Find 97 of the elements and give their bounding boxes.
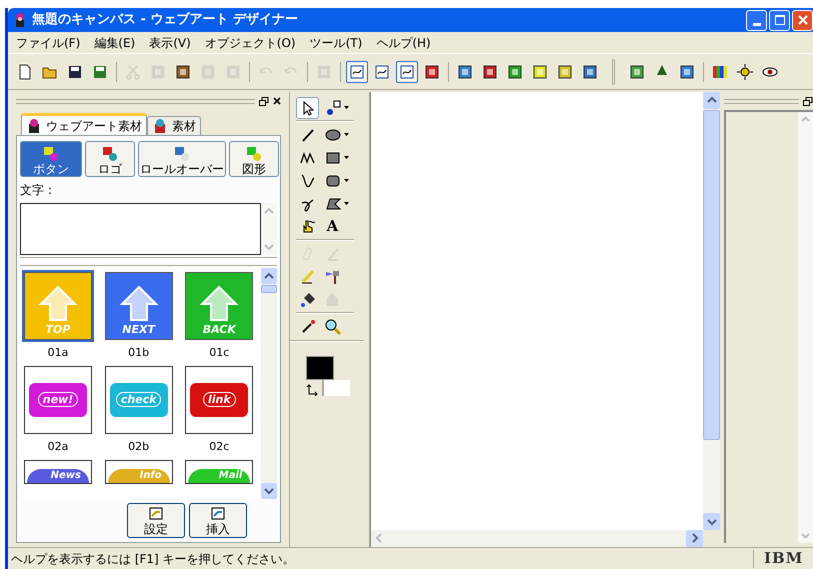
button-art-text: BACK [202, 324, 236, 335]
window-title: 無題のキャンバス - ウェブアート デザイナー [32, 10, 298, 30]
scroll-down-icon [703, 513, 720, 530]
gallery-thumbnail[interactable]: NEXT [102, 270, 175, 342]
scroll-right-icon [686, 530, 703, 547]
save-icon [67, 64, 83, 80]
thumbnail-label: 02c [209, 438, 230, 455]
restore-icon[interactable] [803, 96, 813, 106]
thumbnail-label: 02a [48, 438, 68, 455]
category-button[interactable]: 図形 [229, 141, 279, 177]
thumbnail-label: 01b [128, 344, 150, 361]
thumbnail-label: 01a [48, 344, 68, 361]
foreground-color-swatch[interactable] [306, 356, 334, 380]
text-label: 文字 : [20, 182, 53, 198]
text-field[interactable] [20, 203, 261, 255]
panel-tab[interactable]: ウェブアート素材 [21, 113, 147, 135]
thumbnail-label: 01c [209, 344, 230, 361]
action-button[interactable]: 設定 [127, 503, 185, 538]
gallery-thumbnail[interactable]: new! [22, 364, 94, 436]
background-color-swatch[interactable] [322, 380, 350, 396]
close-icon [798, 15, 808, 25]
curve-icon [300, 172, 316, 188]
swap-colors-icon[interactable] [306, 384, 318, 396]
arrow-icon [118, 284, 159, 324]
gallery-thumbnail[interactable]: News [22, 458, 94, 486]
panel-tab[interactable]: 素材 [147, 116, 201, 135]
arrow-icon [38, 284, 78, 324]
tool-button[interactable] [296, 96, 319, 118]
menu-item[interactable]: 編集(E) [94, 34, 136, 52]
menu-item[interactable]: ツール(T) [310, 34, 362, 52]
button-art-text: TOP [46, 324, 70, 335]
view-icon [399, 64, 415, 80]
fill-icon [300, 292, 316, 308]
new-file-icon [17, 64, 33, 80]
toolbar-button[interactable] [346, 60, 368, 82]
gallery-thumbnail[interactable]: link [183, 364, 256, 436]
rounded-rectangle-icon [325, 172, 341, 188]
scrollbar[interactable] [261, 203, 277, 255]
character-icon [26, 118, 42, 134]
view-icon [349, 64, 365, 80]
airbrush-icon [324, 268, 340, 284]
arrow-icon [199, 284, 240, 324]
dropdown-caret-icon [344, 106, 349, 109]
scroll-down-icon [261, 483, 277, 499]
restore-icon[interactable] [259, 96, 269, 106]
brush-icon [300, 268, 316, 284]
color-bars-icon [712, 64, 728, 80]
close-button[interactable] [792, 10, 813, 30]
scroll-up-icon [703, 92, 720, 109]
toolbar-grip[interactable] [612, 58, 615, 84]
dropdown-caret-icon [344, 179, 349, 182]
minimize-icon [752, 22, 760, 26]
button-art-text: NEXT [122, 324, 156, 335]
pill-art-text: Info [140, 468, 162, 483]
category-button[interactable]: ロゴ [85, 141, 135, 177]
menu-item[interactable]: ヘルプ(H) [376, 34, 431, 52]
scrollbar[interactable] [703, 92, 720, 530]
menu-item[interactable]: 表示(V) [149, 34, 191, 52]
polyline-icon [300, 150, 316, 166]
shirt-art-text: link [202, 392, 236, 408]
close-icon[interactable] [273, 97, 281, 105]
dropdown-caret-icon [344, 156, 349, 159]
eyedropper-icon [300, 318, 316, 334]
menu-item[interactable]: オブジェクト(O) [204, 34, 296, 52]
scrollbar[interactable] [798, 112, 813, 543]
polygon-icon [325, 196, 341, 212]
dropdown-caret-icon [344, 133, 349, 136]
scissors-icon [125, 64, 141, 80]
category-button[interactable]: ロールオーバー [138, 141, 226, 177]
maximize-button[interactable] [769, 10, 790, 30]
shirt-art-text: new! [38, 392, 78, 408]
view-icon [374, 64, 390, 80]
scroll-up-icon [261, 268, 277, 284]
shirt-art-text: check [116, 392, 162, 408]
scroll-thumb[interactable] [261, 284, 277, 293]
tool-button[interactable]: A [321, 216, 344, 238]
toolbar-button[interactable] [396, 60, 418, 82]
minimize-button[interactable] [746, 10, 767, 30]
pill-art-text: Mail [218, 468, 242, 483]
scroll-thumb[interactable] [703, 110, 720, 440]
thumbnail-label: 02b [128, 438, 150, 455]
rectangle-icon [325, 150, 341, 166]
line-icon [300, 126, 316, 142]
maximize-icon [774, 15, 784, 25]
company-logo: IBM [764, 548, 804, 569]
category-button[interactable]: ボタン [20, 141, 82, 177]
subselect-icon [325, 100, 341, 116]
menu-item[interactable]: ファイル(F) [16, 34, 80, 52]
ellipse-icon [325, 126, 341, 142]
action-button[interactable]: 挿入 [189, 503, 247, 538]
pill-art-text: News [50, 468, 81, 483]
scrollbar[interactable] [261, 268, 277, 499]
scrollbar[interactable] [371, 530, 703, 547]
sun-icon [737, 64, 753, 80]
dropdown-caret-icon [344, 202, 349, 205]
status-text: ヘルプを表示するには [F1] キーを押してください。 [10, 550, 296, 568]
magnifier-icon [324, 318, 340, 334]
